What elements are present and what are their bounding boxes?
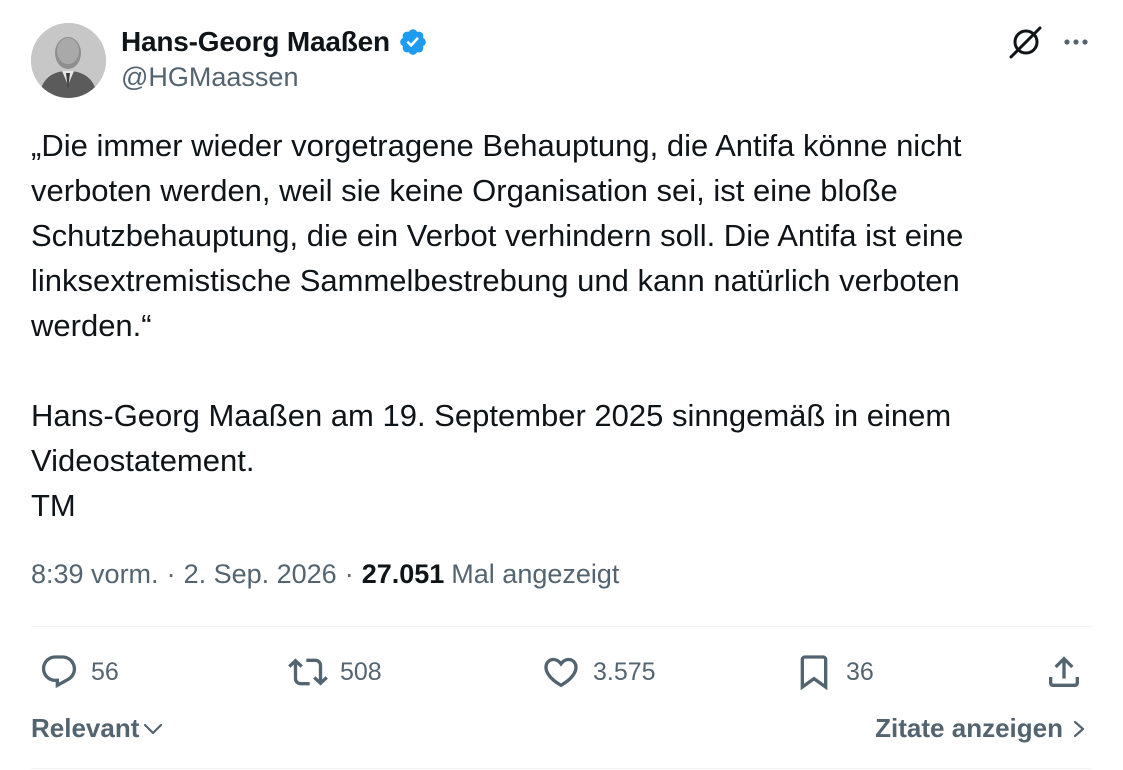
- reply-count: 56: [91, 657, 119, 686]
- avatar[interactable]: [31, 23, 106, 98]
- views-label: Mal angezeigt: [451, 559, 620, 589]
- like-button[interactable]: 3.575: [541, 648, 656, 696]
- repost-icon: [288, 658, 328, 686]
- quotes-label: Zitate anzeigen: [875, 713, 1063, 743]
- more-icon: [1064, 39, 1088, 45]
- like-icon: [544, 657, 578, 688]
- meta-separator: ·: [166, 559, 176, 589]
- repost-count: 508: [340, 657, 382, 686]
- chevron-down-icon: [144, 723, 163, 734]
- reply-button[interactable]: 56: [39, 648, 119, 696]
- tweet-attribution-paragraph: Hans-Georg Maaßen am 19. September 2025 …: [31, 398, 952, 478]
- tweet-meta: 8:39 vorm. · 2. Sep. 2026 · 27.051 Mal a…: [31, 559, 619, 590]
- grok-icon: [1009, 26, 1042, 59]
- share-button[interactable]: [1044, 648, 1084, 696]
- avatar-image: [31, 23, 106, 98]
- bookmark-button[interactable]: 36: [794, 648, 874, 696]
- bookmark-count: 36: [846, 657, 874, 686]
- view-quotes-link[interactable]: Zitate anzeigen: [875, 713, 1089, 744]
- author-handle[interactable]: @HGMaassen: [121, 62, 298, 93]
- reply-icon: [41, 655, 77, 689]
- like-count: 3.575: [593, 657, 656, 686]
- divider: [31, 626, 1092, 627]
- tweet-signature: TM: [31, 488, 76, 523]
- author-name-row: Hans-Georg Maaßen: [121, 24, 428, 60]
- sort-relevant-dropdown[interactable]: Relevant: [31, 713, 165, 744]
- views-count: 27.051: [361, 559, 445, 589]
- repost-button[interactable]: 508: [288, 648, 382, 696]
- tweet-date[interactable]: 2. Sep. 2026: [184, 559, 337, 590]
- tweet-text: „Die immer wieder vorgetragene Behauptun…: [31, 123, 1071, 528]
- grok-button[interactable]: [1006, 22, 1046, 62]
- tweet-quote-paragraph: „Die immer wieder vorgetragene Behauptun…: [31, 128, 964, 343]
- chevron-right-icon: [1073, 720, 1085, 737]
- author-display-name[interactable]: Hans-Georg Maaßen: [121, 26, 390, 58]
- share-icon: [1049, 656, 1079, 687]
- divider: [31, 768, 1092, 769]
- more-options-button[interactable]: [1056, 22, 1096, 62]
- verified-badge-icon[interactable]: [398, 27, 428, 57]
- meta-separator: ·: [344, 559, 354, 589]
- tweet-time[interactable]: 8:39 vorm.: [31, 559, 159, 590]
- sort-label: Relevant: [31, 713, 140, 743]
- bookmark-icon: [800, 655, 828, 691]
